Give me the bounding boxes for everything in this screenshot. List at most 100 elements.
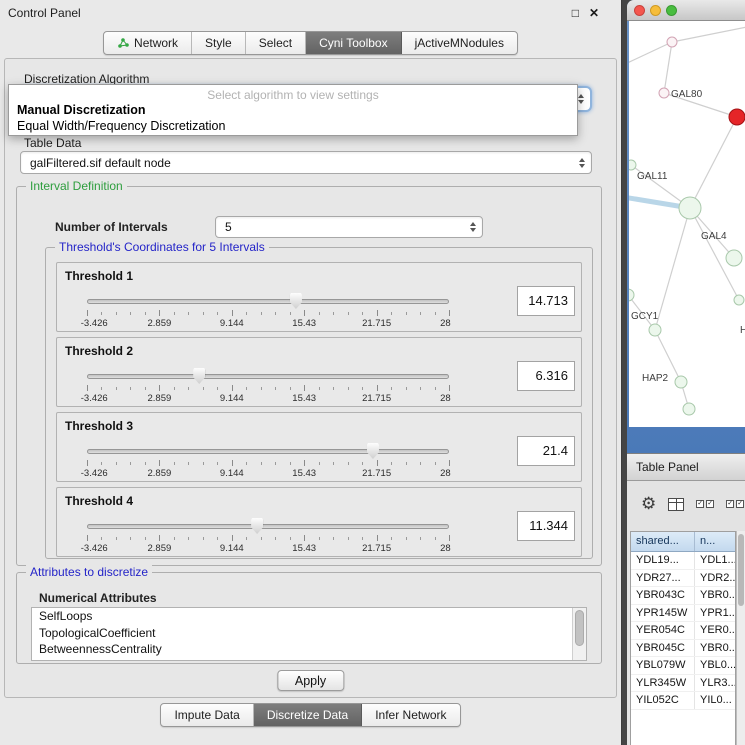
table-cell-shared-name[interactable]: YIL052C bbox=[631, 692, 695, 709]
network-edge[interactable] bbox=[629, 42, 672, 65]
threshold-value-field[interactable]: 21.4 bbox=[517, 436, 575, 466]
network-node[interactable] bbox=[679, 197, 701, 219]
column-header-name[interactable]: n... bbox=[695, 532, 735, 551]
threshold-value-field[interactable]: 11.344 bbox=[517, 511, 575, 541]
network-node[interactable] bbox=[734, 295, 744, 305]
tab-select[interactable]: Select bbox=[246, 32, 306, 54]
stepper-arrows-icon[interactable] bbox=[578, 94, 584, 104]
table-cell-shared-name[interactable]: YPR145W bbox=[631, 605, 695, 622]
table-cell-name[interactable]: YPR1... bbox=[695, 605, 735, 622]
minimize-traffic-light-icon[interactable] bbox=[650, 5, 661, 16]
slider-track[interactable] bbox=[87, 524, 449, 529]
stepper-arrows-icon[interactable] bbox=[470, 222, 476, 232]
network-node[interactable] bbox=[629, 160, 636, 170]
network-edge[interactable] bbox=[672, 27, 745, 42]
table-cell-name[interactable]: YBR0... bbox=[695, 587, 735, 604]
column-header-shared-name[interactable]: shared... bbox=[631, 532, 695, 551]
scrollbar-thumb[interactable] bbox=[738, 534, 744, 606]
tab-infer-network[interactable]: Infer Network bbox=[362, 704, 459, 726]
table-cell-shared-name[interactable]: YDL19... bbox=[631, 552, 695, 569]
tab-network[interactable]: Network bbox=[104, 32, 192, 54]
network-node[interactable] bbox=[675, 376, 687, 388]
network-edge[interactable] bbox=[655, 208, 690, 330]
slider-track[interactable] bbox=[87, 449, 449, 454]
table-row[interactable]: YDR27... YDR2... bbox=[631, 570, 735, 588]
table-panel-header[interactable]: Table Panel bbox=[627, 453, 745, 481]
table-data-combobox[interactable]: galFiltered.sif default node bbox=[20, 151, 592, 174]
table-row[interactable]: YBR045C YBR0... bbox=[631, 640, 735, 658]
network-edge[interactable] bbox=[690, 117, 737, 208]
table-row[interactable]: YER054C YER0... bbox=[631, 622, 735, 640]
slider-track[interactable] bbox=[87, 299, 449, 304]
network-node[interactable] bbox=[667, 37, 677, 47]
network-window-titlebar[interactable] bbox=[627, 0, 745, 21]
threshold-slider[interactable]: -3.426 2.859 9.144 15.43 21.715 28 bbox=[87, 518, 449, 556]
network-node[interactable] bbox=[659, 88, 669, 98]
table-row[interactable]: YBR043C YBR0... bbox=[631, 587, 735, 605]
columns-icon[interactable] bbox=[668, 498, 684, 511]
slider-thumb[interactable] bbox=[251, 518, 263, 534]
attribute-list-item[interactable]: TopologicalCoefficient bbox=[32, 625, 586, 642]
network-node[interactable] bbox=[629, 289, 634, 301]
threshold-slider[interactable]: -3.426 2.859 9.144 15.43 21.715 28 bbox=[87, 443, 449, 481]
control-panel-titlebar[interactable]: Control Panel bbox=[0, 0, 621, 26]
slider-thumb[interactable] bbox=[290, 293, 302, 309]
network-node[interactable] bbox=[729, 109, 745, 125]
network-edge[interactable] bbox=[664, 42, 672, 93]
threshold-slider[interactable]: -3.426 2.859 9.144 15.43 21.715 28 bbox=[87, 293, 449, 331]
slider-thumb[interactable] bbox=[367, 443, 379, 459]
table-scrollbar[interactable] bbox=[736, 531, 745, 745]
stepper-arrows-icon[interactable] bbox=[579, 158, 585, 168]
checkboxes-icon[interactable] bbox=[726, 500, 744, 508]
tab-style[interactable]: Style bbox=[192, 32, 246, 54]
tab-impute-data[interactable]: Impute Data bbox=[161, 704, 253, 726]
close-traffic-light-icon[interactable] bbox=[634, 5, 645, 16]
attribute-list-item[interactable]: BetweennessCentrality bbox=[32, 641, 586, 658]
network-node[interactable] bbox=[649, 324, 661, 336]
table-row[interactable]: YBL079W YBL0... bbox=[631, 657, 735, 675]
tab-jactivemnodules[interactable]: jActiveMNodules bbox=[402, 32, 517, 54]
table-cell-shared-name[interactable]: YLR345W bbox=[631, 675, 695, 692]
table-row[interactable]: YIL052C YIL0... bbox=[631, 692, 735, 710]
close-icon[interactable]: ✕ bbox=[589, 6, 599, 20]
tab-discretize-data[interactable]: Discretize Data bbox=[254, 704, 362, 726]
float-window-icon[interactable]: □ bbox=[572, 6, 579, 20]
network-canvas[interactable]: GAL80GAL11GAL4GCY1HAP2H bbox=[629, 21, 745, 427]
number-of-intervals-combobox[interactable]: 5 bbox=[215, 216, 483, 238]
table-cell-shared-name[interactable]: YBL079W bbox=[631, 657, 695, 674]
network-node[interactable] bbox=[726, 250, 742, 266]
scrollbar-thumb[interactable] bbox=[575, 610, 584, 646]
slider-track[interactable] bbox=[87, 374, 449, 379]
interval-definition-group: Interval Definition Number of Intervals … bbox=[16, 186, 602, 566]
table-cell-shared-name[interactable]: YDR27... bbox=[631, 570, 695, 587]
network-node[interactable] bbox=[683, 403, 695, 415]
node-attribute-table: shared... n... YDL19... YDL1... YDR27...… bbox=[630, 531, 736, 745]
tab-cyni-toolbox[interactable]: Cyni Toolbox bbox=[306, 32, 401, 54]
table-row[interactable]: YDL19... YDL1... bbox=[631, 552, 735, 570]
table-cell-shared-name[interactable]: YBR045C bbox=[631, 640, 695, 657]
table-cell-name[interactable]: YBR0... bbox=[695, 640, 735, 657]
checkboxes-icon[interactable] bbox=[696, 500, 714, 508]
zoom-traffic-light-icon[interactable] bbox=[666, 5, 677, 16]
threshold-slider[interactable]: -3.426 2.859 9.144 15.43 21.715 28 bbox=[87, 368, 449, 406]
table-cell-shared-name[interactable]: YER054C bbox=[631, 622, 695, 639]
dropdown-option-equal-width-frequency[interactable]: Equal Width/Frequency Discretization bbox=[17, 119, 225, 133]
gear-icon[interactable] bbox=[641, 494, 656, 514]
table-cell-shared-name[interactable]: YBR043C bbox=[631, 587, 695, 604]
table-cell-name[interactable]: YIL0... bbox=[695, 692, 735, 709]
table-cell-name[interactable]: YBL0... bbox=[695, 657, 735, 674]
apply-button[interactable]: Apply bbox=[277, 670, 344, 691]
dropdown-option-manual-discretization[interactable]: Manual Discretization bbox=[17, 103, 146, 117]
table-row[interactable]: YLR345W YLR3... bbox=[631, 675, 735, 693]
table-cell-name[interactable]: YDL1... bbox=[695, 552, 735, 569]
slider-thumb[interactable] bbox=[193, 368, 205, 384]
table-cell-name[interactable]: YLR3... bbox=[695, 675, 735, 692]
table-cell-name[interactable]: YER0... bbox=[695, 622, 735, 639]
attribute-list-item[interactable]: SelfLoops bbox=[32, 608, 586, 625]
table-cell-name[interactable]: YDR2... bbox=[695, 570, 735, 587]
table-row[interactable]: YPR145W YPR1... bbox=[631, 605, 735, 623]
list-scrollbar[interactable] bbox=[572, 608, 586, 660]
numerical-attributes-list[interactable]: SelfLoops TopologicalCoefficient Between… bbox=[31, 607, 587, 661]
threshold-value-field[interactable]: 6.316 bbox=[517, 361, 575, 391]
threshold-value-field[interactable]: 14.713 bbox=[517, 286, 575, 316]
